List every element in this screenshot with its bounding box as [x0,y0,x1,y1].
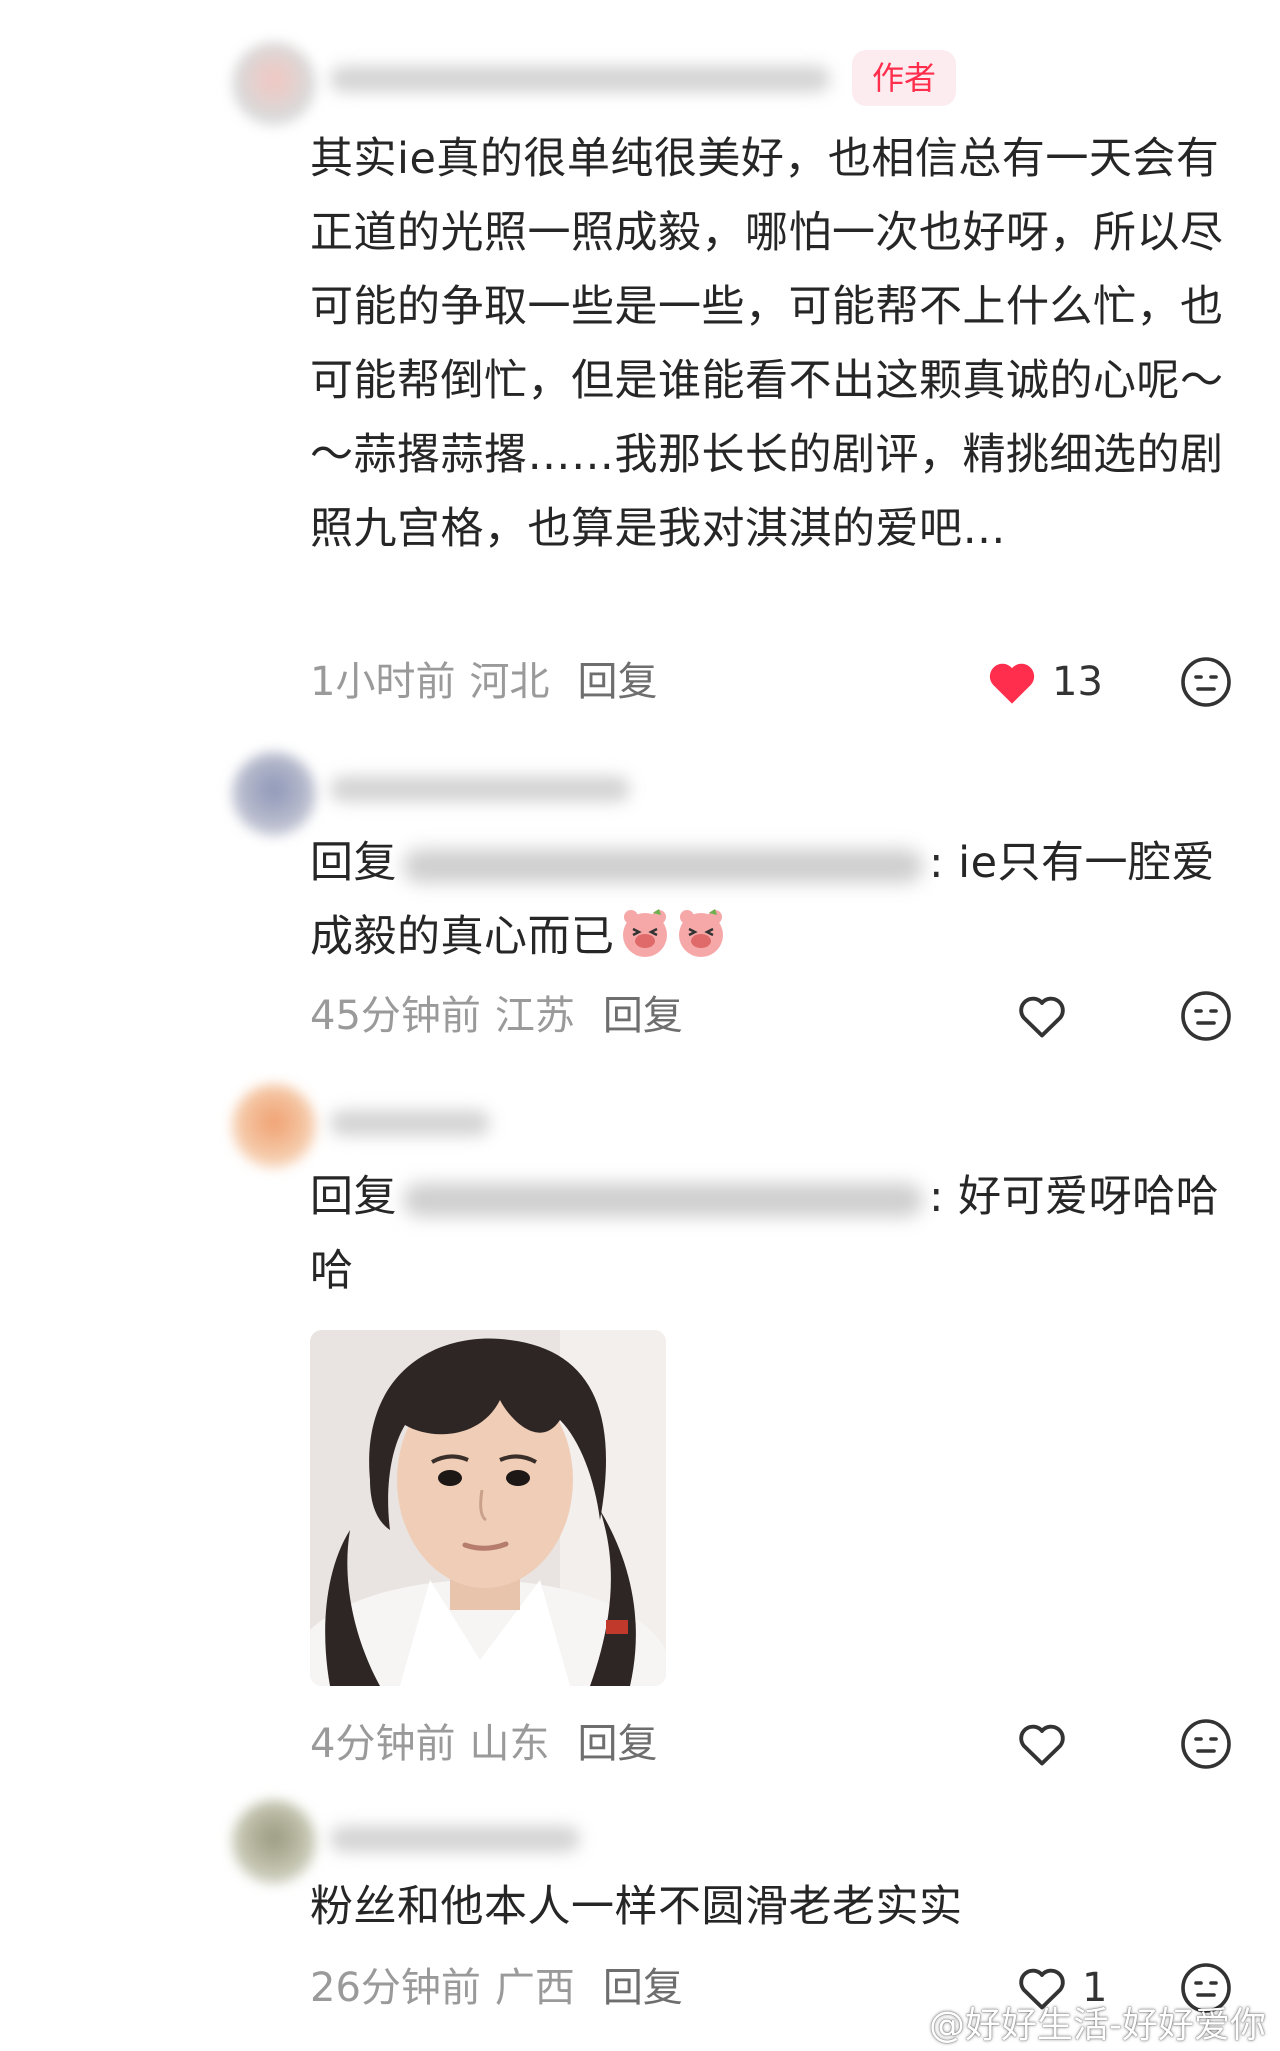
comment-meta: 26分钟前 广西 回复 [310,1958,683,2018]
username[interactable] [330,66,830,92]
replied-username[interactable] [403,848,923,883]
emoji-react-button[interactable] [1180,990,1232,1046]
heart-icon [989,663,1035,704]
comment-meta: 45分钟前 江苏 回复 [310,986,683,1046]
username[interactable] [330,1110,490,1136]
avatar[interactable] [232,752,316,836]
author-badge: 作者 [852,50,957,106]
replied-username[interactable] [403,1182,923,1217]
location: 山东 [469,1721,550,1767]
avatar[interactable] [232,42,316,126]
emoji-face-icon [1181,1719,1231,1769]
comment-image[interactable] [310,1330,666,1686]
timestamp: 1小时前 [310,659,456,705]
like-count: 13 [1052,659,1103,705]
reply-button[interactable]: 回复 [603,993,683,1039]
location: 广西 [494,1965,575,2011]
reply-button[interactable]: 回复 [603,1965,683,2011]
emoji-face-icon [1181,991,1231,1041]
username[interactable] [330,1826,580,1852]
weibo-logo [879,2006,921,2039]
comment-meta: 4分钟前 山东 回复 [310,1714,657,1774]
avatar[interactable] [232,1800,316,1884]
comment-text: 其实ie真的很单纯很美好，也相信总有一天会有正道的光照一照成毅，哪怕一次也好呀，… [310,134,1224,554]
timestamp: 45分钟前 [310,993,481,1039]
watermark: @好好生活-好好爱你 [879,1996,1266,2048]
reply-button[interactable]: 回复 [577,1721,657,1767]
comment-text: 回复: ie只有一腔爱成毅的真心而已 [310,826,1240,974]
comment-thread: 作者 其实ie真的很单纯很美好，也相信总有一天会有正道的光照一照成毅，哪怕一次也… [0,0,1280,2051]
like-button[interactable]: 13 [986,652,1103,712]
timestamp: 26分钟前 [310,1965,481,2011]
emoji-react-button[interactable] [1180,656,1232,712]
avatar[interactable] [232,1084,316,1168]
comment-text: 粉丝和他本人一样不圆滑老老实实 [310,1882,963,1932]
like-button[interactable] [1016,986,1082,1046]
username[interactable] [330,776,630,802]
like-button[interactable] [1016,1714,1082,1774]
reply-prefix: 回复 [310,1172,397,1222]
watermark-text: @好好生活-好好爱你 [929,2005,1266,2046]
reply-button[interactable]: 回复 [577,659,657,705]
comment-text: 回复: 好可爱呀哈哈哈 [310,1160,1240,1308]
timestamp: 4分钟前 [310,1721,456,1767]
heart-icon [1019,996,1065,1038]
comment-meta: 1小时前 河北 回复 [310,652,657,712]
emoji-face-icon [1181,657,1231,707]
heart-icon [1019,1724,1065,1766]
emoji-react-button[interactable] [1180,1718,1232,1774]
location: 河北 [469,659,550,705]
laughing-pig-sticker [622,909,667,957]
laughing-pig-sticker [678,909,723,957]
portrait-photo [310,1330,666,1686]
location: 江苏 [494,993,575,1039]
reply-prefix: 回复 [310,838,397,888]
